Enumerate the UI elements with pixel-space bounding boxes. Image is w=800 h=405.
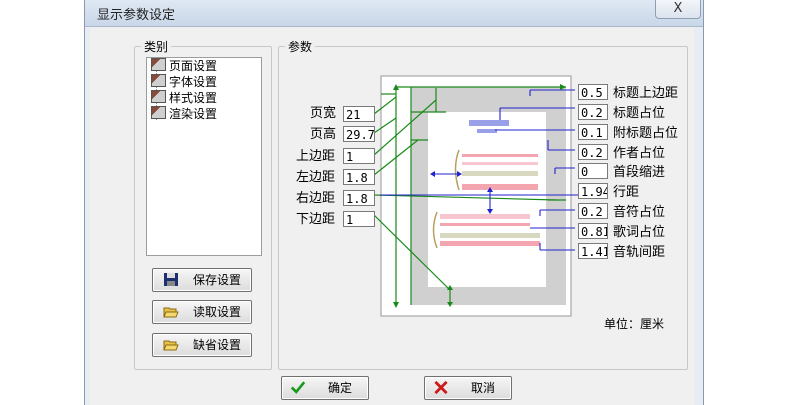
- right-margin-label: 右边距: [296, 191, 336, 206]
- title-top-margin-label: 标题上边距: [613, 86, 679, 101]
- author-space-input[interactable]: 0.2: [578, 144, 608, 160]
- page-layout-diagram: [373, 75, 578, 317]
- line-spacing-input[interactable]: 1.94: [578, 183, 608, 199]
- left-margin-label: 左边距: [296, 170, 336, 185]
- author-space-label: 作者占位: [613, 146, 666, 161]
- title-top-margin-input[interactable]: 0.5: [578, 84, 608, 100]
- top-margin-label: 上边距: [296, 149, 336, 164]
- bottom-margin-label: 下边距: [296, 212, 336, 227]
- right-margin-input[interactable]: 1.8: [343, 190, 375, 206]
- note-space-label: 音符占位: [613, 205, 666, 220]
- ok-button[interactable]: 确定: [281, 376, 369, 400]
- title-space-input[interactable]: 0.2: [578, 104, 608, 120]
- lyric-space-input[interactable]: 0.81: [578, 223, 608, 239]
- title-space-label: 标题占位: [613, 106, 666, 121]
- cross-icon: [434, 380, 448, 395]
- first-indent-input[interactable]: 0: [578, 163, 608, 179]
- bottom-margin-input[interactable]: 1: [343, 211, 375, 227]
- page-width-input[interactable]: 21: [343, 106, 375, 122]
- unit-label: 单位：厘米: [604, 317, 665, 331]
- first-indent-label: 首段缩进: [613, 165, 666, 180]
- line-spacing-label: 行距: [613, 185, 640, 200]
- top-margin-input[interactable]: 1: [343, 148, 375, 164]
- left-margin-input[interactable]: 1.8: [343, 169, 375, 185]
- track-spacing-input[interactable]: 1.41: [578, 243, 608, 259]
- checkmark-icon: [290, 381, 306, 394]
- cancel-button[interactable]: 取消: [424, 376, 512, 400]
- page-height-input[interactable]: 29.7: [343, 126, 375, 142]
- page-width-label: 页宽: [310, 106, 337, 121]
- track-spacing-label: 音轨间距: [613, 245, 666, 260]
- ok-label: 确定: [328, 381, 353, 395]
- lyric-space-label: 歌词占位: [613, 225, 666, 240]
- subtitle-space-input[interactable]: 0.1: [578, 124, 608, 140]
- subtitle-space-label: 附标题占位: [613, 126, 679, 141]
- note-space-input[interactable]: 0.2: [578, 203, 608, 219]
- cancel-label: 取消: [471, 381, 496, 395]
- page-height-label: 页高: [310, 127, 337, 142]
